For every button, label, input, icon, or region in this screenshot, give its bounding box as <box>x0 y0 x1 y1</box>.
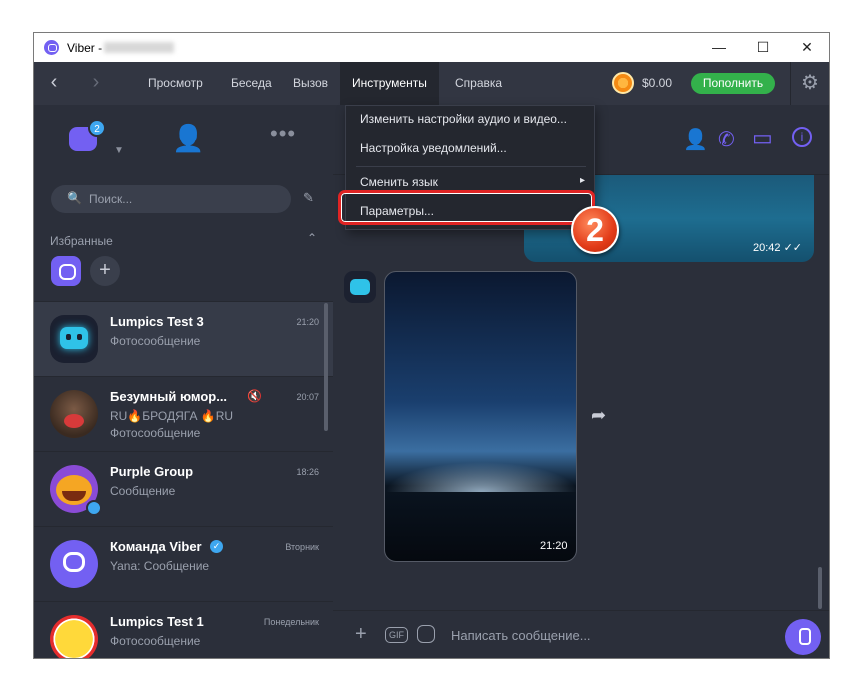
chat-list-scrollbar[interactable] <box>324 303 328 431</box>
chat-list-panel: 2 ▼ 👤 ••• 🔍 Поиск... ✎ Избранные ⌃ + Lum… <box>34 105 333 658</box>
balance-amount: $0.00 <box>642 76 673 90</box>
back-arrow-icon[interactable]: ‹ <box>34 62 74 105</box>
muted-icon: 🔇 <box>247 389 262 403</box>
step-number-badge: 2 <box>571 206 619 254</box>
gif-icon[interactable]: GIF <box>385 627 408 643</box>
photo-time: 21:20 <box>540 540 568 552</box>
chat-preview: Фотосообщение <box>110 334 201 348</box>
chat-name: Lumpics Test 3 <box>110 314 204 329</box>
conversation-scrollbar[interactable] <box>818 567 822 609</box>
chat-name: Безумный юмор... <box>110 389 228 404</box>
info-icon[interactable]: i <box>792 127 812 147</box>
chevron-down-icon[interactable]: ▼ <box>114 145 124 156</box>
avatar <box>50 315 98 363</box>
sticker-icon[interactable] <box>417 625 435 643</box>
verified-icon: ✓ <box>210 540 223 553</box>
message-input[interactable]: Написать сообщение... <box>451 611 591 658</box>
menu-item-notification-settings[interactable]: Настройка уведомлений... <box>346 135 596 162</box>
menu-separator <box>356 166 586 167</box>
sender-avatar[interactable] <box>344 271 376 303</box>
chat-preview-2: Фотосообщение <box>110 426 201 440</box>
chat-preview: Фотосообщение <box>110 634 201 648</box>
attach-plus-icon[interactable]: + <box>355 623 367 646</box>
menu-conversation[interactable]: Беседа <box>219 62 284 105</box>
chat-item[interactable]: Purple Group Сообщение 18:26 <box>34 451 333 526</box>
chat-name: Purple Group <box>110 464 194 479</box>
chat-name: Команда Viber <box>110 539 202 554</box>
search-icon: 🔍 <box>67 191 82 205</box>
chat-item[interactable]: Безумный юмор... 🔇 RU🔥БРОДЯГА 🔥RU Фотосо… <box>34 376 333 451</box>
add-participant-icon[interactable]: 👤 <box>683 127 708 152</box>
chat-preview: Yana: Сообщение <box>110 559 210 573</box>
unread-badge: 2 <box>88 119 106 137</box>
highlight-frame <box>338 190 595 225</box>
menu-help[interactable]: Справка <box>443 62 514 105</box>
bot-badge-icon <box>86 500 102 516</box>
chat-time: 21:20 <box>296 317 319 327</box>
chat-preview: RU🔥БРОДЯГА 🔥RU <box>110 409 234 423</box>
menu-item-audio-video-settings[interactable]: Изменить настройки аудио и видео... <box>346 106 596 133</box>
forward-arrow-icon[interactable]: › <box>76 62 116 105</box>
video-call-icon[interactable]: ▭ <box>752 125 773 151</box>
topup-button[interactable]: Пополнить <box>691 73 775 94</box>
balance-orange-icon <box>612 72 634 94</box>
viber-logo-icon <box>44 40 59 55</box>
minimize-button[interactable]: — <box>697 33 741 62</box>
avatar <box>50 615 98 658</box>
microphone-button[interactable] <box>785 619 821 655</box>
avatar <box>50 540 98 588</box>
chat-time: 20:07 <box>296 392 319 402</box>
settings-gear-icon[interactable]: ⚙ <box>790 62 829 105</box>
chat-name: Lumpics Test 1 <box>110 614 204 629</box>
chat-time: Вторник <box>285 542 319 552</box>
chat-item[interactable]: Lumpics Test 1 Фотосообщение Понедельник <box>34 601 333 658</box>
menu-view[interactable]: Просмотр <box>136 62 215 105</box>
add-favorite-button[interactable]: + <box>90 256 120 286</box>
menu-call[interactable]: Вызов <box>281 62 340 105</box>
contacts-tab-icon[interactable]: 👤 <box>172 123 204 154</box>
compose-icon[interactable]: ✎ <box>303 190 314 206</box>
favorites-label: Избранные <box>50 234 113 248</box>
chat-preview: Сообщение <box>110 484 176 498</box>
window-title: Viber - <box>67 41 103 55</box>
left-tabs: 2 ▼ 👤 ••• <box>34 105 333 175</box>
photo-message[interactable] <box>384 271 577 562</box>
close-button[interactable]: ✕ <box>785 33 829 62</box>
chat-item[interactable]: Команда Viber ✓ Yana: Сообщение Вторник <box>34 526 333 601</box>
message-composer: + GIF Написать сообщение... <box>333 610 829 658</box>
viber-window: Viber - — ☐ ✕ ‹ › Просмотр Беседа Вызов … <box>33 32 830 659</box>
chat-item[interactable]: Lumpics Test 3 Фотосообщение 21:20 <box>34 301 333 376</box>
search-placeholder: Поиск... <box>89 192 133 206</box>
more-tab-icon[interactable]: ••• <box>270 121 296 147</box>
search-input[interactable]: 🔍 Поиск... <box>51 185 291 213</box>
maximize-button[interactable]: ☐ <box>741 33 785 62</box>
blurred-username <box>104 42 174 53</box>
menu-bar: ‹ › Просмотр Беседа Вызов Инструменты Сп… <box>34 62 829 105</box>
chat-time: 18:26 <box>296 467 319 477</box>
avatar <box>50 390 98 438</box>
submenu-arrow-icon: ▸ <box>580 175 586 186</box>
call-icon[interactable]: ✆ <box>718 127 735 152</box>
menu-tools[interactable]: Инструменты <box>340 62 439 105</box>
forward-share-icon[interactable]: ➦ <box>591 405 606 426</box>
message-time: 20:42 ✓✓ <box>753 242 803 254</box>
chat-time: Понедельник <box>263 617 319 627</box>
chevron-up-icon[interactable]: ⌃ <box>307 231 317 245</box>
favorite-viber-icon[interactable] <box>51 256 81 286</box>
title-bar: Viber - — ☐ ✕ <box>34 33 829 62</box>
